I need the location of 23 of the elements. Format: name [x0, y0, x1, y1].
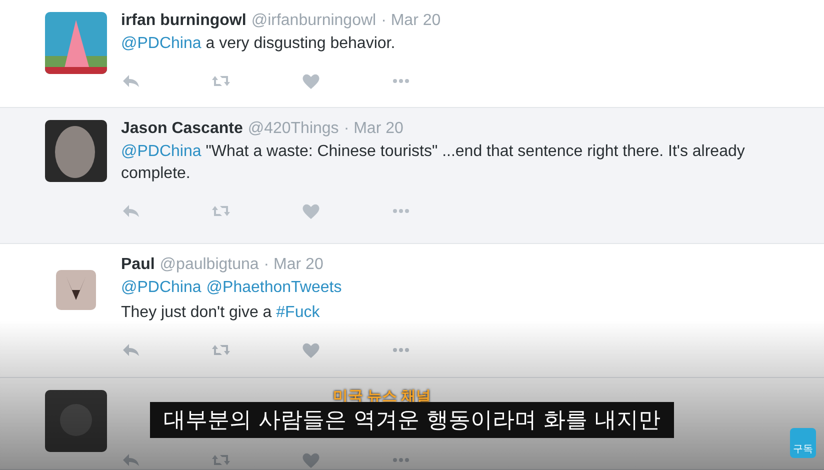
tweet-text: @PDChina a very disgusting behavior.: [121, 34, 396, 54]
subscribe-button[interactable]: 구독: [790, 428, 816, 458]
heart-icon[interactable]: [301, 202, 321, 220]
tweet-link[interactable]: #Fuck: [276, 304, 320, 321]
subtitle: 대부분의 사람들은 역겨운 행동이라며 화를 내지만: [150, 402, 674, 438]
tweet-date: · Mar 20: [344, 120, 404, 138]
heart-icon[interactable]: [301, 72, 321, 90]
tweet-link[interactable]: @PDChina: [121, 279, 202, 296]
user-name[interactable]: Paul: [121, 256, 155, 274]
user-name[interactable]: Jason Cascante: [121, 120, 243, 138]
heart-icon[interactable]: [301, 451, 321, 469]
user-handle: @paulbigtuna: [160, 256, 259, 274]
tweet-date: · Mar 20: [264, 256, 324, 274]
tweet-link[interactable]: @PhaethonTweets: [206, 279, 342, 296]
tweet-date: · Mar 20: [381, 12, 441, 30]
tweet-text: They just don't give a #Fuck: [121, 303, 321, 323]
tweet-text: @PDChina "What a waste: Chinese tourists" ...end that sentence right there. It's already complete.: [121, 142, 746, 184]
tweet-link[interactable]: @PDChina: [121, 143, 202, 160]
tweet-link[interactable]: @PDChina: [121, 35, 202, 52]
user-name[interactable]: irfan burningowl: [121, 12, 246, 30]
heart-icon[interactable]: [301, 341, 321, 359]
user-handle: @irfanburningowl: [251, 12, 376, 30]
user-handle: @420Things: [248, 120, 339, 138]
